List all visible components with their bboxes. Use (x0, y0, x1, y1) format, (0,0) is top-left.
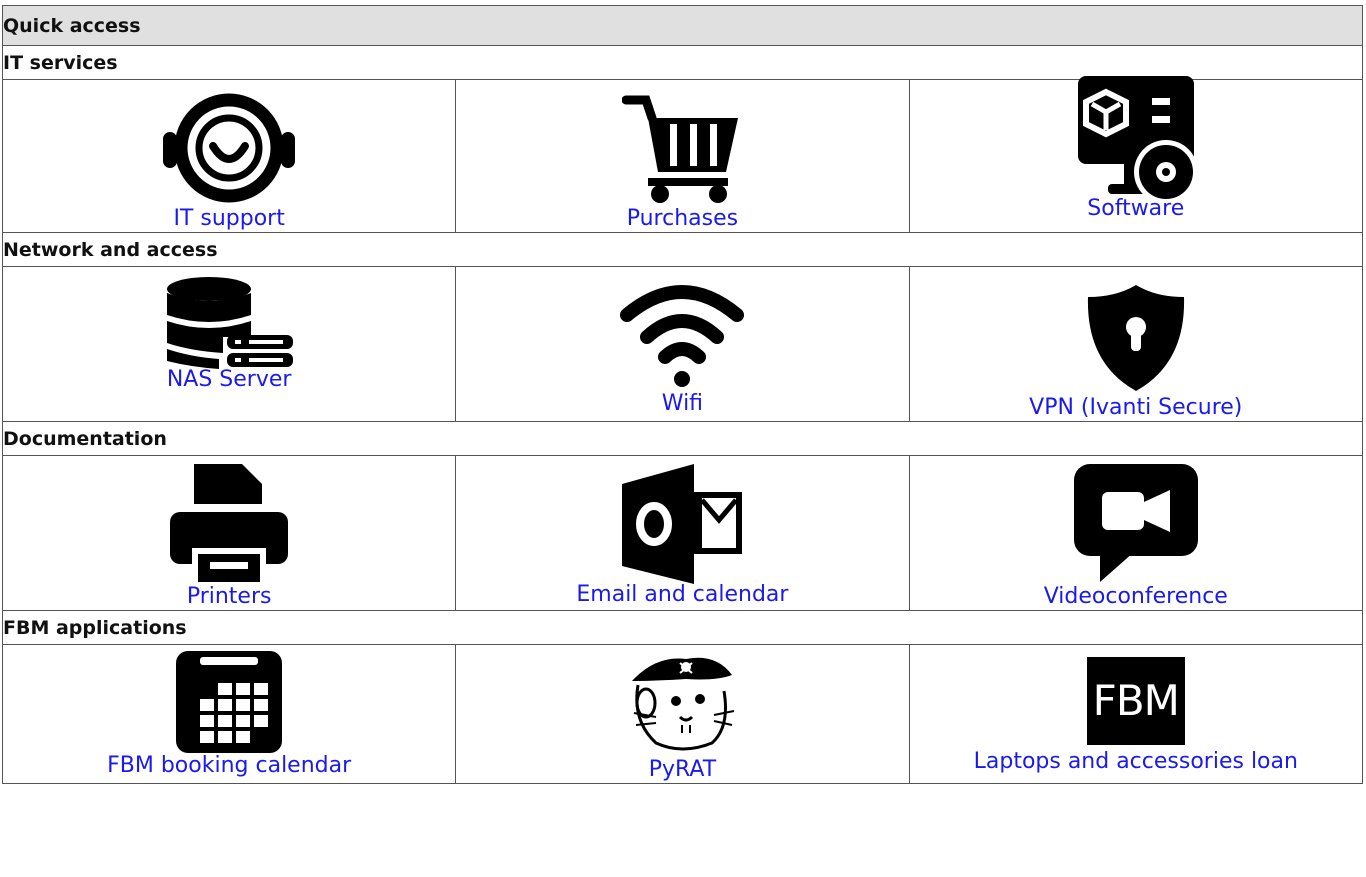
laptops-loan-link[interactable]: Laptops and accessories loan (974, 749, 1298, 775)
tile-purchases: Purchases (455, 79, 910, 233)
tile-email-calendar: Email and calendar (455, 455, 910, 611)
section-heading-network-access: Network and access (2, 232, 1363, 267)
tile-pyrat: PyRAT (455, 644, 910, 784)
tile-wifi: Wifi (455, 266, 910, 422)
tile-it-support: IT support (1, 79, 457, 233)
nas-server-link[interactable]: NAS Server (167, 367, 292, 393)
fbm-logo[interactable]: FBM (1086, 657, 1185, 745)
shopping-cart-icon[interactable] (622, 92, 742, 204)
outlook-icon[interactable] (622, 464, 743, 584)
section-heading-it-services: IT services (2, 45, 1363, 80)
vpn-link[interactable]: VPN (Ivanti Secure) (1029, 395, 1242, 421)
printers-link[interactable]: Printers (187, 584, 272, 610)
section-heading-documentation: Documentation (2, 421, 1363, 456)
email-calendar-link[interactable]: Email and calendar (576, 582, 788, 608)
database-server-icon[interactable] (163, 277, 295, 369)
wifi-link[interactable]: Wifi (662, 391, 703, 417)
quick-access-table: Quick access IT services IT support Purc… (1, 5, 1364, 784)
tile-software: Software (908, 76, 1364, 233)
printer-icon[interactable] (166, 464, 292, 586)
purchases-link[interactable]: Purchases (627, 206, 738, 232)
section-heading-fbm-applications: FBM applications (2, 610, 1363, 645)
videoconference-link[interactable]: Videoconference (1044, 584, 1228, 610)
software-link[interactable]: Software (1087, 196, 1184, 222)
tile-vpn: VPN (Ivanti Secure) (908, 266, 1364, 422)
tile-fbm-booking-calendar: FBM booking calendar (1, 644, 457, 784)
shield-keyhole-icon[interactable] (1084, 283, 1188, 393)
wifi-icon[interactable] (619, 283, 745, 387)
tile-printers: Printers (1, 455, 457, 611)
video-chat-icon[interactable] (1073, 464, 1198, 582)
table-title: Quick access (2, 5, 1363, 46)
calendar-icon[interactable] (176, 651, 283, 753)
headset-icon[interactable] (163, 92, 296, 204)
fbm-booking-calendar-link[interactable]: FBM booking calendar (107, 753, 351, 779)
it-support-link[interactable]: IT support (173, 206, 284, 232)
tile-videoconference: Videoconference (908, 455, 1364, 611)
pirate-rat-icon[interactable] (626, 651, 738, 755)
pyrat-link[interactable]: PyRAT (649, 757, 716, 783)
tile-laptops-loan: FBM Laptops and accessories loan (908, 644, 1364, 784)
software-monitor-icon[interactable] (1070, 76, 1202, 202)
tile-nas-server: NAS Server (1, 266, 457, 422)
